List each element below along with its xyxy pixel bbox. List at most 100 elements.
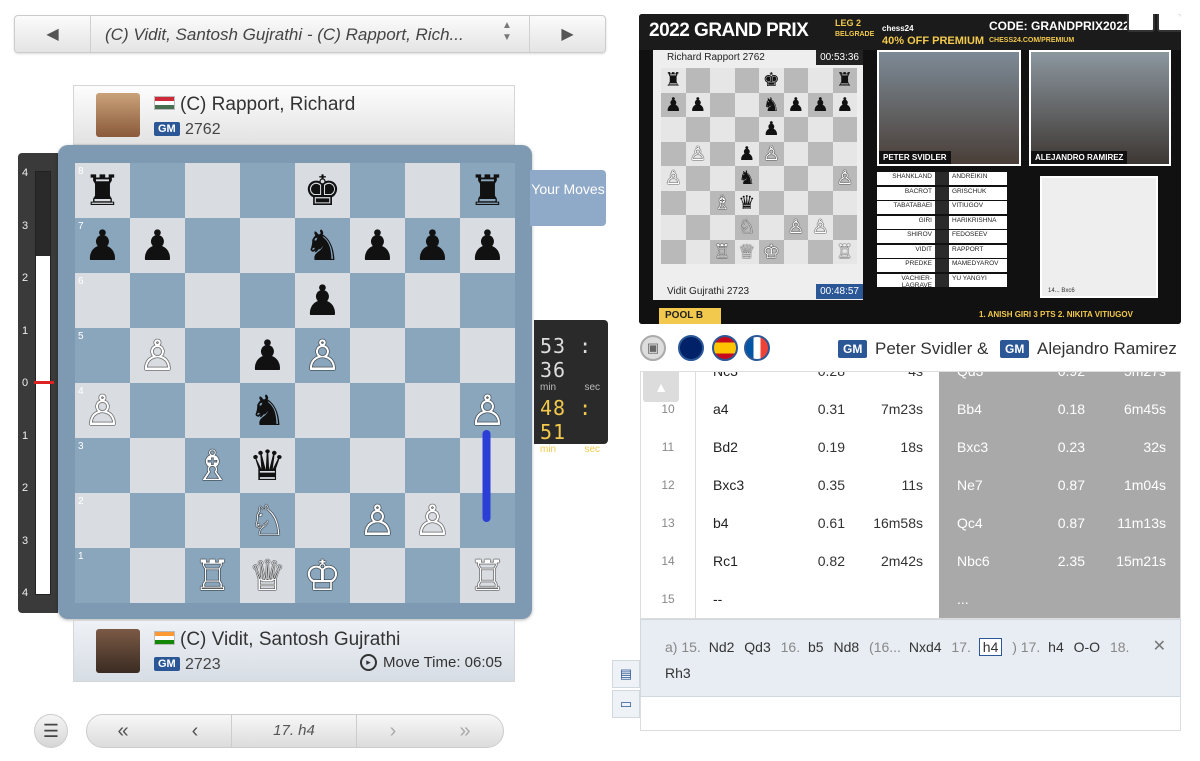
table-row[interactable]: 13 b4 0.61 16m58s Qc4 0.87 11m13s xyxy=(641,504,1180,542)
variation-move[interactable]: h4 xyxy=(978,638,1003,656)
table-row[interactable]: 14 Rc1 0.82 2m42s Nbc6 2.35 15m21s xyxy=(641,542,1180,580)
square-c2[interactable] xyxy=(185,493,240,548)
black-pawn-icon[interactable]: ♟ xyxy=(350,218,405,273)
white-pawn-icon[interactable]: ♙ xyxy=(295,328,350,383)
square-g1[interactable] xyxy=(405,548,460,603)
white-move[interactable]: -- xyxy=(713,580,722,618)
square-f6[interactable] xyxy=(350,273,405,328)
square-h2[interactable] xyxy=(460,493,515,548)
square-b2[interactable] xyxy=(130,493,185,548)
black-rook-icon[interactable]: ♜ xyxy=(460,163,515,218)
square-e2[interactable] xyxy=(295,493,350,548)
popout-video-icon[interactable] xyxy=(1157,14,1181,32)
spanish-flag-icon[interactable] xyxy=(712,335,738,361)
variation-move[interactable]: Nd2 xyxy=(709,639,735,655)
black-pawn-icon[interactable]: ♟ xyxy=(75,218,130,273)
black-knight-icon[interactable]: ♞ xyxy=(295,218,350,273)
variation-move[interactable]: h4 xyxy=(1048,639,1064,655)
black-move[interactable]: Qc4 xyxy=(957,504,983,542)
white-king-icon[interactable]: ♔ xyxy=(295,548,350,603)
square-f8[interactable] xyxy=(350,163,405,218)
notes-icon[interactable]: ▤ xyxy=(612,660,640,688)
black-pawn-icon[interactable]: ♟ xyxy=(405,218,460,273)
white-pawn-icon[interactable]: ♙ xyxy=(350,493,405,548)
square-d8[interactable] xyxy=(240,163,295,218)
square-g3[interactable] xyxy=(405,438,460,493)
black-move[interactable]: ... xyxy=(957,580,969,618)
video-camera-icon[interactable]: ▣ xyxy=(640,335,666,361)
board-grid[interactable]: 87654321ABCDEFGH♜♚♜♟♟♞♟♟♟♟♙♟♙♙♞♙♗♛♘♙♙♖♕♔… xyxy=(75,163,515,633)
chess-board[interactable]: 87654321ABCDEFGH♜♚♜♟♟♞♟♟♟♟♙♟♙♙♞♙♗♛♘♙♙♖♕♔… xyxy=(58,145,532,633)
black-pawn-icon[interactable]: ♟ xyxy=(130,218,185,273)
variation-move[interactable]: Rh3 xyxy=(665,665,691,681)
square-c8[interactable] xyxy=(185,163,240,218)
square-f3[interactable] xyxy=(350,438,405,493)
square-c7[interactable] xyxy=(185,218,240,273)
previous-move-button[interactable]: ‹ xyxy=(159,720,231,743)
square-b6[interactable] xyxy=(130,273,185,328)
black-knight-icon[interactable]: ♞ xyxy=(240,383,295,438)
white-move[interactable]: Bd2 xyxy=(713,428,738,466)
table-row[interactable]: 11 Bd2 0.19 18s Bxc3 0.23 32s xyxy=(641,428,1180,466)
moves-table[interactable]: 9Nc30.284sQd30.925m27s10a40.317m23sBb40.… xyxy=(640,371,1181,619)
variation-move[interactable]: Nd8 xyxy=(833,639,859,655)
square-b1[interactable] xyxy=(130,548,185,603)
white-queen-icon[interactable]: ♕ xyxy=(240,548,295,603)
square-f5[interactable] xyxy=(350,328,405,383)
first-move-button[interactable]: « xyxy=(87,720,159,743)
black-move[interactable]: Nbc6 xyxy=(957,542,990,580)
table-row[interactable]: 15 --... xyxy=(641,580,1180,618)
square-b4[interactable] xyxy=(130,383,185,438)
english-flag-icon[interactable] xyxy=(678,335,704,361)
black-move[interactable]: Bxc3 xyxy=(957,428,988,466)
white-move[interactable]: Nc3 xyxy=(713,372,738,390)
black-rook-icon[interactable]: ♜ xyxy=(75,163,130,218)
square-c6[interactable] xyxy=(185,273,240,328)
video-player[interactable]: 2022 GRAND PRIX LEG 2 BELGRADE chess24 40%… xyxy=(639,14,1181,324)
variation-move[interactable]: Qd3 xyxy=(744,639,770,655)
table-row[interactable]: 10 a4 0.31 7m23s Bb4 0.18 6m45s xyxy=(641,390,1180,428)
black-king-icon[interactable]: ♚ xyxy=(295,163,350,218)
black-move[interactable]: Bb4 xyxy=(957,390,982,428)
menu-button[interactable]: ☰ xyxy=(34,714,68,748)
square-c4[interactable] xyxy=(185,383,240,438)
square-h5[interactable] xyxy=(460,328,515,383)
previous-game-button[interactable]: ◀ xyxy=(15,16,91,52)
square-h3[interactable] xyxy=(460,438,515,493)
square-g4[interactable] xyxy=(405,383,460,438)
scroll-up-button[interactable]: ▲ xyxy=(643,372,679,402)
next-move-button[interactable]: › xyxy=(357,720,429,743)
square-g6[interactable] xyxy=(405,273,460,328)
white-pawn-icon[interactable]: ♙ xyxy=(460,383,515,438)
white-rook-icon[interactable]: ♖ xyxy=(185,548,240,603)
expand-video-icon[interactable] xyxy=(1127,14,1155,32)
white-move[interactable]: Rc1 xyxy=(713,542,738,580)
black-queen-icon[interactable]: ♛ xyxy=(240,438,295,493)
black-move[interactable]: Ne7 xyxy=(957,466,983,504)
table-row[interactable]: 9Nc30.284sQd30.925m27s xyxy=(641,372,1180,390)
white-rook-icon[interactable]: ♖ xyxy=(460,548,515,603)
white-pawn-icon[interactable]: ♙ xyxy=(75,383,130,438)
chat-icon[interactable]: ▭ xyxy=(612,690,640,718)
your-moves-button[interactable]: Your Moves xyxy=(530,170,606,226)
variation-move[interactable]: O-O xyxy=(1074,639,1100,655)
square-f1[interactable] xyxy=(350,548,405,603)
black-pawn-icon[interactable]: ♟ xyxy=(460,218,515,273)
square-f4[interactable] xyxy=(350,383,405,438)
black-pawn-icon[interactable]: ♟ xyxy=(240,328,295,383)
white-move[interactable]: Bxc3 xyxy=(713,466,744,504)
next-game-button[interactable]: ▶ xyxy=(529,16,605,52)
white-knight-icon[interactable]: ♘ xyxy=(240,493,295,548)
square-e3[interactable] xyxy=(295,438,350,493)
black-pawn-icon[interactable]: ♟ xyxy=(295,273,350,328)
french-flag-icon[interactable] xyxy=(744,335,770,361)
black-move[interactable]: Qd3 xyxy=(957,372,983,390)
square-c5[interactable] xyxy=(185,328,240,383)
last-move-button[interactable]: » xyxy=(429,720,501,743)
square-g5[interactable] xyxy=(405,328,460,383)
square-d6[interactable] xyxy=(240,273,295,328)
sort-updown-icon[interactable]: ▲ ▼ xyxy=(499,20,515,48)
variation-move[interactable]: Nxd4 xyxy=(909,639,942,655)
white-pawn-icon[interactable]: ♙ xyxy=(405,493,460,548)
square-e4[interactable] xyxy=(295,383,350,438)
